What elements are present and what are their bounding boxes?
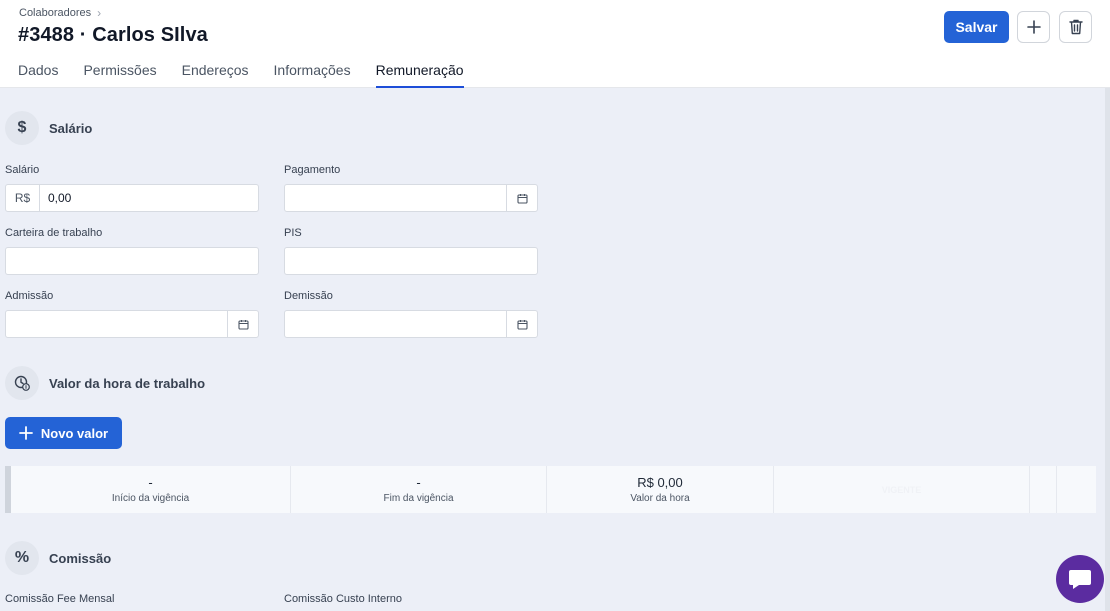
percent-icon: % — [5, 541, 39, 575]
carteira-field[interactable] — [5, 247, 259, 275]
admissao-value[interactable] — [6, 311, 227, 337]
calendar-icon[interactable] — [227, 311, 258, 337]
plus-icon — [19, 426, 33, 440]
comissao-custo-label: Comissão Custo Interno — [284, 593, 402, 605]
row-action-cell[interactable] — [1057, 466, 1096, 513]
comissao-section-header: % Comissão — [5, 541, 111, 575]
carteira-label: Carteira de trabalho — [5, 227, 103, 239]
hora-section-title: Valor da hora de trabalho — [49, 375, 206, 391]
chat-icon — [1069, 570, 1091, 589]
tab-bar: Dados Permissões Endereços Informações R… — [18, 62, 489, 88]
dollar-icon: $ — [5, 111, 39, 145]
pagamento-value[interactable] — [285, 185, 506, 211]
admissao-field[interactable] — [5, 310, 259, 338]
fim-label: Fim da vigência — [383, 493, 454, 504]
tab-remuneracao[interactable]: Remuneração — [375, 62, 464, 88]
tab-dados[interactable]: Dados — [18, 62, 58, 88]
content-area — [0, 88, 1110, 611]
demissao-value[interactable] — [285, 311, 506, 337]
valor-label: Valor da hora — [630, 493, 690, 504]
currency-prefix: R$ — [6, 185, 40, 211]
admissao-label: Admissão — [5, 290, 54, 302]
pis-label: PIS — [284, 227, 302, 239]
status-badge: VIGENTE — [881, 484, 922, 495]
inicio-label: Início da vigência — [111, 493, 190, 504]
tab-informacoes[interactable]: Informações — [274, 62, 351, 88]
plus-icon — [1026, 20, 1041, 34]
hora-section-header: Valor da hora de trabalho — [5, 366, 205, 400]
status-cell: VIGENTE — [774, 466, 1030, 513]
tab-enderecos[interactable]: Endereços — [182, 62, 249, 88]
delete-button[interactable] — [1059, 11, 1092, 43]
row-action-cell[interactable] — [1030, 466, 1057, 513]
calendar-icon[interactable] — [506, 185, 537, 211]
clock-dollar-icon — [5, 366, 39, 400]
novo-valor-label: Novo valor — [40, 425, 109, 441]
trash-icon — [1068, 19, 1083, 35]
fim-value: - — [416, 475, 421, 490]
demissao-field[interactable] — [284, 310, 538, 338]
page-header: Colaboradores › #3488 · Carlos SIlva Sal… — [0, 0, 1110, 88]
salario-field[interactable]: R$ 0,00 — [5, 184, 259, 212]
valor-value: R$ 0,00 — [637, 475, 683, 490]
salario-label: Salário — [5, 164, 40, 176]
comissao-fee-label: Comissão Fee Mensal — [5, 593, 115, 605]
breadcrumb-colaboradores[interactable]: Colaboradores — [19, 7, 91, 19]
pis-value[interactable] — [285, 248, 537, 274]
breadcrumb: Colaboradores › — [19, 6, 101, 20]
novo-valor-button[interactable]: Novo valor — [5, 417, 122, 449]
chat-widget-button[interactable] — [1056, 555, 1104, 603]
add-button[interactable] — [1017, 11, 1050, 43]
demissao-label: Demissão — [284, 290, 333, 302]
pis-field[interactable] — [284, 247, 538, 275]
page-title: #3488 · Carlos SIlva — [18, 24, 208, 46]
salario-section-header: $ Salário — [5, 111, 92, 145]
calendar-icon[interactable] — [506, 311, 537, 337]
tab-permissoes[interactable]: Permissões — [83, 62, 156, 88]
fim-cell: - Fim da vigência — [291, 466, 547, 513]
carteira-value[interactable] — [6, 248, 258, 274]
salario-section-title: Salário — [49, 120, 93, 136]
scrollbar[interactable] — [1105, 88, 1110, 611]
inicio-value: - — [148, 475, 153, 490]
comissao-section-title: Comissão — [49, 550, 112, 566]
chevron-right-icon: › — [97, 6, 102, 20]
salario-value[interactable]: 0,00 — [40, 185, 258, 211]
valor-cell: R$ 0,00 Valor da hora — [547, 466, 774, 513]
pagamento-field[interactable] — [284, 184, 538, 212]
hour-value-row: - Início da vigência - Fim da vigência R… — [5, 466, 1096, 513]
inicio-cell: - Início da vigência — [11, 466, 291, 513]
save-button[interactable]: Salvar — [944, 11, 1009, 43]
pagamento-label: Pagamento — [284, 164, 341, 176]
